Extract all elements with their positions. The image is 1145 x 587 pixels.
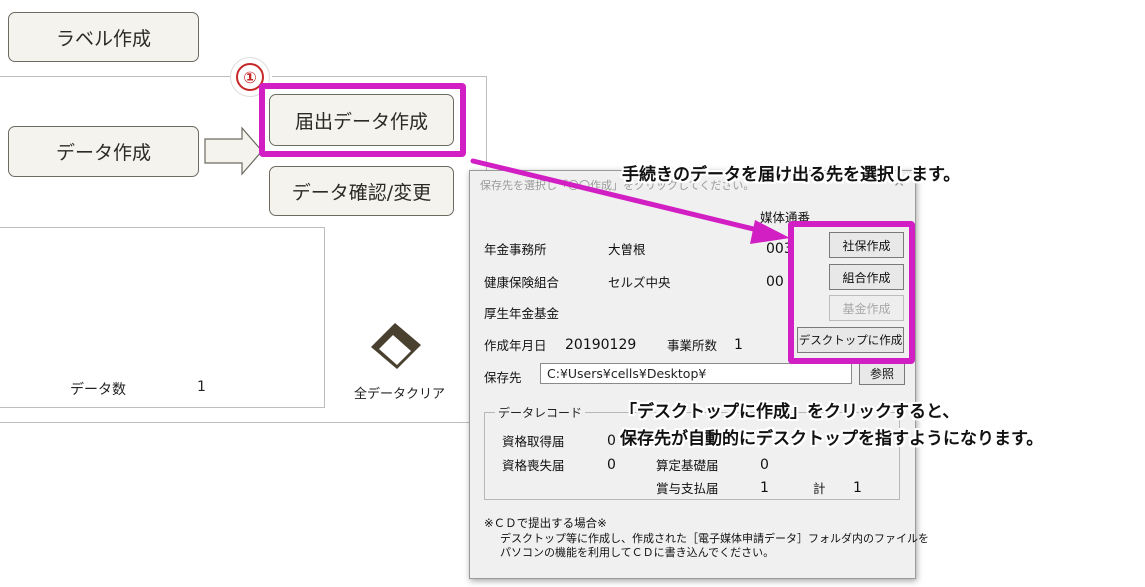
pointer-arrow-icon [470,158,790,244]
callout-desktop-line2: 保存先が自動的にデスクトップを指すようになります。 [620,429,1044,449]
callout-select-destination: 手続きのデータを届け出る先を選択します。 [622,165,961,185]
callout-desktop-line1: 「デスクトップに作成」をクリックすると、 [620,402,960,422]
